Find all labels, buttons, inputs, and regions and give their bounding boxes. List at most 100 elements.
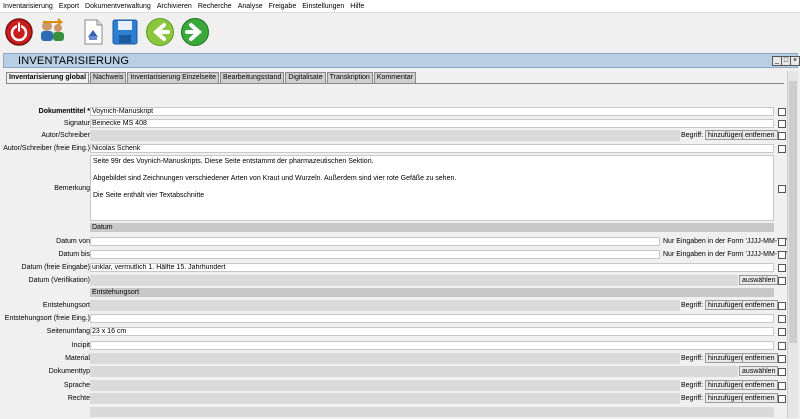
tab-transkription[interactable]: Transkription (326, 72, 373, 83)
menu-dokumentverwaltung[interactable]: Dokumentverwaltung (82, 3, 154, 10)
signatur-field[interactable]: Beinecke MS 408 (90, 119, 774, 128)
menu-analyse[interactable]: Analyse (235, 3, 266, 10)
rechte-checkbox[interactable] (778, 395, 786, 403)
rechte-list (90, 393, 680, 404)
sprache-add-button[interactable]: hinzufügen (705, 380, 746, 390)
datum-bis-checkbox[interactable] (778, 251, 786, 259)
menu-freigabe[interactable]: Freigabe (266, 3, 300, 10)
close-icon[interactable]: × (790, 56, 800, 66)
datum-frei-label: Datum (freie Eingabe) (21, 264, 90, 271)
bemerkung-checkbox[interactable] (778, 185, 786, 193)
datum-frei-checkbox[interactable] (778, 264, 786, 272)
dokumenttitel-checkbox[interactable] (778, 108, 786, 116)
autor-begriff-label: Begriff: (681, 132, 704, 139)
autor-frei-label: Autor/Schreiber (freie Eing.) (3, 145, 90, 152)
section-datum: Datum (90, 223, 774, 232)
material-checkbox[interactable] (778, 355, 786, 363)
autor-frei-field[interactable]: Nicolas Schenk (90, 144, 774, 153)
datum-bis-field[interactable] (90, 250, 660, 259)
dokumenttyp-checkbox[interactable] (778, 368, 786, 376)
rechte-remove-button[interactable]: entfernen (742, 393, 778, 403)
datum-verif-display (90, 275, 738, 286)
signatur-checkbox[interactable] (778, 120, 786, 128)
seitenumfang-checkbox[interactable] (778, 328, 786, 336)
menu-recherche[interactable]: Recherche (195, 3, 235, 10)
entstehungsort-checkbox[interactable] (778, 302, 786, 310)
menu-hilfe[interactable]: Hilfe (347, 3, 367, 10)
seitenumfang-field[interactable]: 23 x 16 cm (90, 327, 774, 336)
material-label: Material (65, 355, 90, 362)
back-arrow-icon[interactable] (145, 17, 175, 47)
menu-export[interactable]: Export (56, 3, 82, 10)
autor-add-button[interactable]: hinzufügen (705, 130, 746, 140)
entstehungsort-frei-label: Entstehungsort (freie Eing.) (4, 315, 90, 322)
sprache-remove-button[interactable]: entfernen (742, 380, 778, 390)
material-remove-button[interactable]: entfernen (742, 353, 778, 363)
dokumenttyp-select-button[interactable]: auswählen (739, 366, 779, 376)
tab-inventarisierung-global[interactable]: Inventarisierung global (6, 72, 90, 83)
sprache-begriff-label: Begriff: (681, 382, 704, 389)
entstehungsort-begriff-label: Begriff: (681, 302, 704, 309)
inventory-window: INVENTARISIERUNG _ □ × Inventarisierung … (3, 53, 800, 419)
entstehungsort-label: Entstehungsort (42, 302, 90, 309)
incipit-field[interactable] (90, 341, 774, 350)
tab-digitalisate[interactable]: Digitalisate (285, 72, 326, 83)
sprache-label: Sprache (63, 382, 90, 389)
rechte-label: Rechte (67, 395, 90, 402)
datum-bis-hint: Nur Eingaben in der Form 'JJJJ-MM-TT' (663, 251, 788, 258)
window-title: INVENTARISIERUNG (18, 55, 130, 67)
vertical-scrollbar[interactable] (787, 71, 798, 418)
rechte-begriff-label: Begriff: (681, 395, 704, 402)
material-add-button[interactable]: hinzufügen (705, 353, 746, 363)
save-icon[interactable] (110, 17, 140, 47)
menu-inventarisierung[interactable]: Inventarisierung (0, 3, 56, 10)
datum-verif-checkbox[interactable] (778, 277, 786, 285)
entstehungsort-list (90, 300, 680, 311)
datum-frei-field[interactable]: unklar, vermutlich 1. Hälfte 15. Jahrhun… (90, 263, 774, 272)
sprache-checkbox[interactable] (778, 382, 786, 390)
bemerkung-label: Bemerkung (54, 185, 90, 192)
datum-von-label: Datum von (56, 238, 90, 245)
autor-list (90, 130, 680, 141)
forward-arrow-icon[interactable] (180, 17, 210, 47)
dokumenttitel-field[interactable]: Voynich-Manuskript (90, 107, 774, 116)
users-transfer-icon[interactable] (37, 17, 67, 47)
bemerkung-line-2: Abgebildet sind Zeichnungen verschiedene… (93, 175, 457, 182)
bemerkung-line-1: Seite 99r des Voynich-Manuskripts. Diese… (93, 158, 374, 165)
document-icon[interactable] (78, 17, 108, 47)
menu-einstellungen[interactable]: Einstellungen (299, 3, 347, 10)
seitenumfang-label: Seitenumfang (46, 328, 90, 335)
tab-inventarisierung-einzelseite[interactable]: Inventarisierung Einzelseite (127, 72, 219, 83)
datum-von-field[interactable] (90, 237, 660, 246)
datum-von-checkbox[interactable] (778, 238, 786, 246)
autor-remove-button[interactable]: entfernen (742, 130, 778, 140)
datum-verif-label: Datum (Verifikation) (28, 277, 90, 284)
power-icon[interactable] (4, 17, 34, 47)
next-row-partial (90, 407, 774, 417)
tab-kommentar[interactable]: Kommentar (373, 72, 417, 83)
tab-bar: Inventarisierung global Nachweis Inventa… (6, 72, 417, 83)
tab-nachweis[interactable]: Nachweis (90, 72, 127, 83)
autor-frei-checkbox[interactable] (778, 145, 786, 153)
menu-archivieren[interactable]: Archivieren (154, 3, 195, 10)
incipit-checkbox[interactable] (778, 342, 786, 350)
entstehungsort-add-button[interactable]: hinzufügen (705, 300, 746, 310)
autor-checkbox[interactable] (778, 132, 786, 140)
tab-bearbeitungsstand[interactable]: Bearbeitungsstand (219, 72, 285, 83)
entstehungsort-remove-button[interactable]: entfernen (742, 300, 778, 310)
signatur-label: Signatur (63, 120, 90, 127)
bemerkung-line-3: Die Seite enthält vier Textabschnitte (93, 192, 205, 199)
dokumenttitel-label: Dokumenttitel * (38, 108, 90, 115)
entstehungsort-frei-field[interactable] (90, 314, 774, 323)
section-entstehungsort: Entstehungsort (90, 288, 774, 297)
scrollbar-thumb[interactable] (789, 81, 797, 343)
datum-verif-select-button[interactable]: auswählen (739, 275, 779, 285)
rechte-add-button[interactable]: hinzufügen (705, 393, 746, 403)
form-panel: Dokumenttitel * Voynich-Manuskript Signa… (3, 83, 788, 419)
bemerkung-textarea[interactable]: Seite 99r des Voynich-Manuskripts. Diese… (90, 155, 774, 221)
material-begriff-label: Begriff: (681, 355, 704, 362)
incipit-label: Incipit (71, 342, 90, 349)
menu-bar: Inventarisierung Export Dokumentverwaltu… (0, 0, 800, 13)
entstehungsort-frei-checkbox[interactable] (778, 315, 786, 323)
sprache-list (90, 380, 680, 391)
